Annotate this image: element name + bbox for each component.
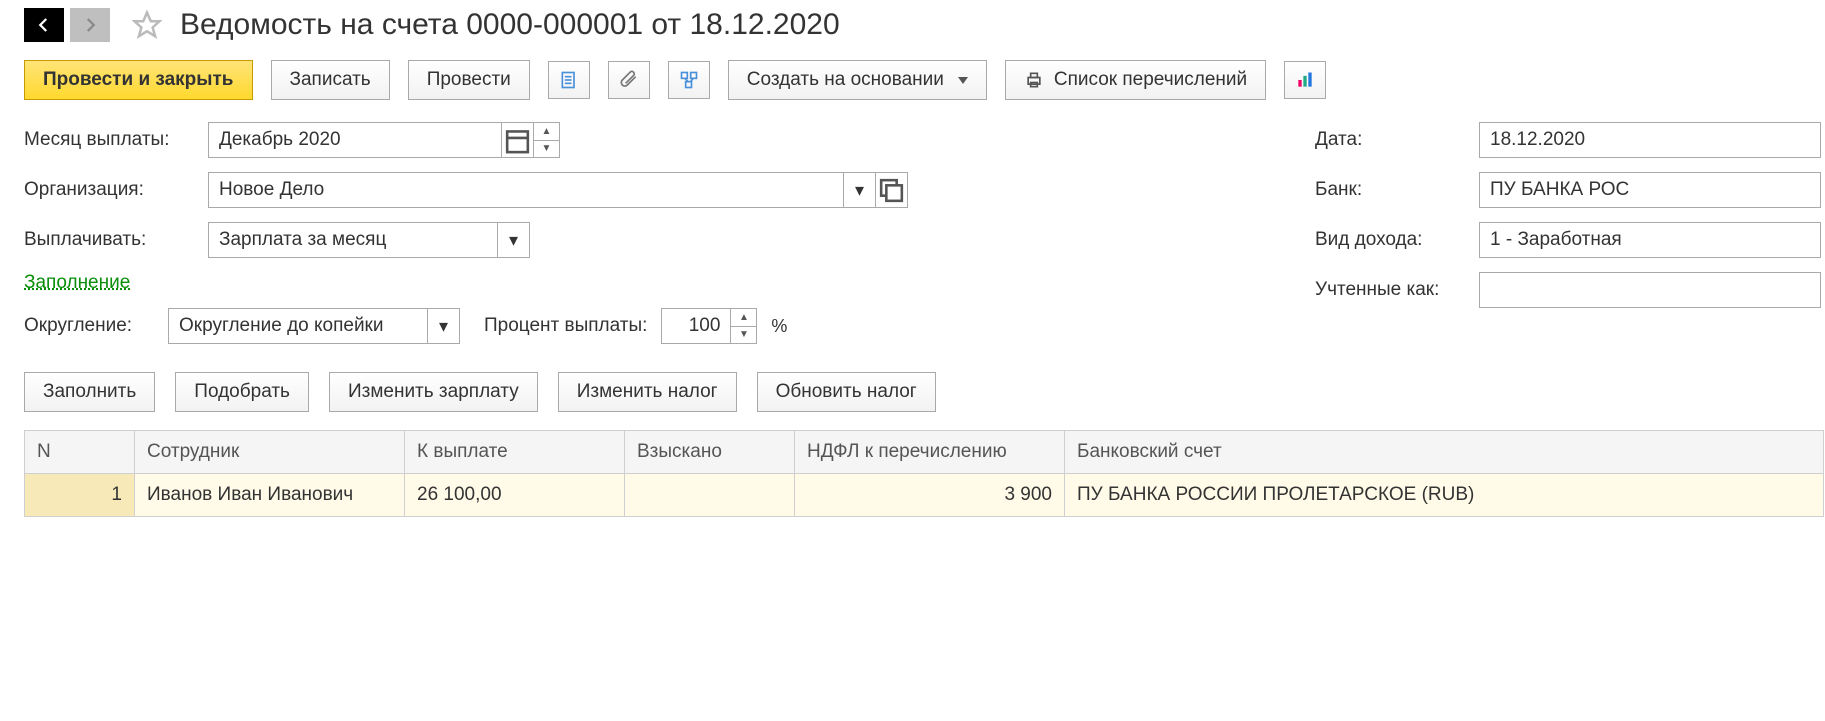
round-input[interactable] — [169, 309, 427, 343]
bank-label: Банк: — [1315, 179, 1465, 201]
round-label: Округление: — [24, 315, 154, 337]
cell-withheld — [625, 474, 795, 517]
pay-label: Выплачивать: — [24, 229, 194, 251]
cell-bank-account: ПУ БАНКА РОССИИ ПРОЛЕТАРСКОЕ (RUB) — [1065, 474, 1824, 517]
pick-button[interactable]: Подобрать — [175, 372, 309, 412]
col-to-pay: К выплате — [405, 431, 625, 474]
bank-input[interactable] — [1480, 173, 1820, 207]
favorite-star-icon[interactable] — [130, 8, 164, 42]
date-label: Дата: — [1315, 129, 1465, 151]
attach-icon-button[interactable] — [608, 61, 650, 99]
save-button[interactable]: Записать — [271, 60, 390, 100]
pay-field[interactable]: ▾ — [208, 222, 530, 258]
page-title: Ведомость на счета 0000-000001 от 18.12.… — [180, 8, 840, 42]
create-based-on-button[interactable]: Создать на основании — [728, 60, 987, 100]
pay-dropdown-icon[interactable]: ▾ — [497, 223, 529, 257]
org-field[interactable]: ▾ — [208, 172, 908, 208]
cell-employee: Иванов Иван Иванович — [135, 474, 405, 517]
income-label: Вид дохода: — [1315, 229, 1465, 251]
col-withheld: Взыскано — [625, 431, 795, 474]
date-input[interactable] — [1480, 123, 1820, 157]
change-salary-button[interactable]: Изменить зарплату — [329, 372, 538, 412]
change-tax-button[interactable]: Изменить налог — [558, 372, 737, 412]
percent-sign: % — [771, 316, 787, 337]
accounted-field[interactable] — [1479, 272, 1821, 308]
fill-link[interactable]: Заполнение — [24, 272, 130, 294]
org-dropdown-icon[interactable]: ▾ — [843, 173, 875, 207]
cell-ndfl: 3 900 — [795, 474, 1065, 517]
post-button[interactable]: Провести — [408, 60, 530, 100]
percent-spinner[interactable]: ▲▼ — [730, 309, 756, 343]
col-ndfl: НДФЛ к перечислению — [795, 431, 1065, 474]
org-input[interactable] — [209, 173, 843, 207]
col-employee: Сотрудник — [135, 431, 405, 474]
print-icon — [1024, 70, 1044, 90]
month-input[interactable] — [209, 123, 501, 157]
month-label: Месяц выплаты: — [24, 129, 194, 151]
cell-n: 1 — [25, 474, 135, 517]
bank-field[interactable] — [1479, 172, 1821, 208]
transfer-list-button[interactable]: Список перечислений — [1005, 60, 1266, 100]
month-field[interactable]: ▲▼ — [208, 122, 560, 158]
update-tax-button[interactable]: Обновить налог — [757, 372, 936, 412]
employees-table[interactable]: N Сотрудник К выплате Взыскано НДФЛ к пе… — [24, 430, 1824, 517]
col-bank-account: Банковский счет — [1065, 431, 1824, 474]
pay-input[interactable] — [209, 223, 497, 257]
chevron-down-icon — [958, 77, 968, 84]
percent-input[interactable] — [662, 309, 730, 343]
create-based-on-label: Создать на основании — [747, 69, 944, 91]
transfer-list-label: Список перечислений — [1054, 69, 1247, 91]
round-dropdown-icon[interactable]: ▾ — [427, 309, 459, 343]
fill-button[interactable]: Заполнить — [24, 372, 155, 412]
nav-back-button[interactable] — [24, 8, 64, 42]
percent-label: Процент выплаты: — [484, 315, 647, 337]
col-n: N — [25, 431, 135, 474]
month-spinner[interactable]: ▲▼ — [533, 123, 559, 157]
nav-forward-button[interactable] — [70, 8, 110, 42]
accounted-label: Учтенные как: — [1315, 279, 1465, 301]
income-field[interactable] — [1479, 222, 1821, 258]
chart-icon-button[interactable] — [1284, 61, 1326, 99]
income-input[interactable] — [1480, 223, 1820, 257]
org-label: Организация: — [24, 179, 194, 201]
post-and-close-button[interactable]: Провести и закрыть — [24, 60, 253, 100]
calendar-icon[interactable] — [501, 123, 533, 157]
round-field[interactable]: ▾ — [168, 308, 460, 344]
percent-field[interactable]: ▲▼ — [661, 308, 757, 344]
report-icon-button[interactable] — [548, 61, 590, 99]
org-open-icon[interactable] — [875, 173, 907, 207]
structure-icon-button[interactable] — [668, 61, 710, 99]
date-field[interactable] — [1479, 122, 1821, 158]
table-row[interactable]: 1 Иванов Иван Иванович 26 100,00 3 900 П… — [25, 474, 1824, 517]
cell-to-pay: 26 100,00 — [405, 474, 625, 517]
accounted-input[interactable] — [1480, 273, 1820, 307]
